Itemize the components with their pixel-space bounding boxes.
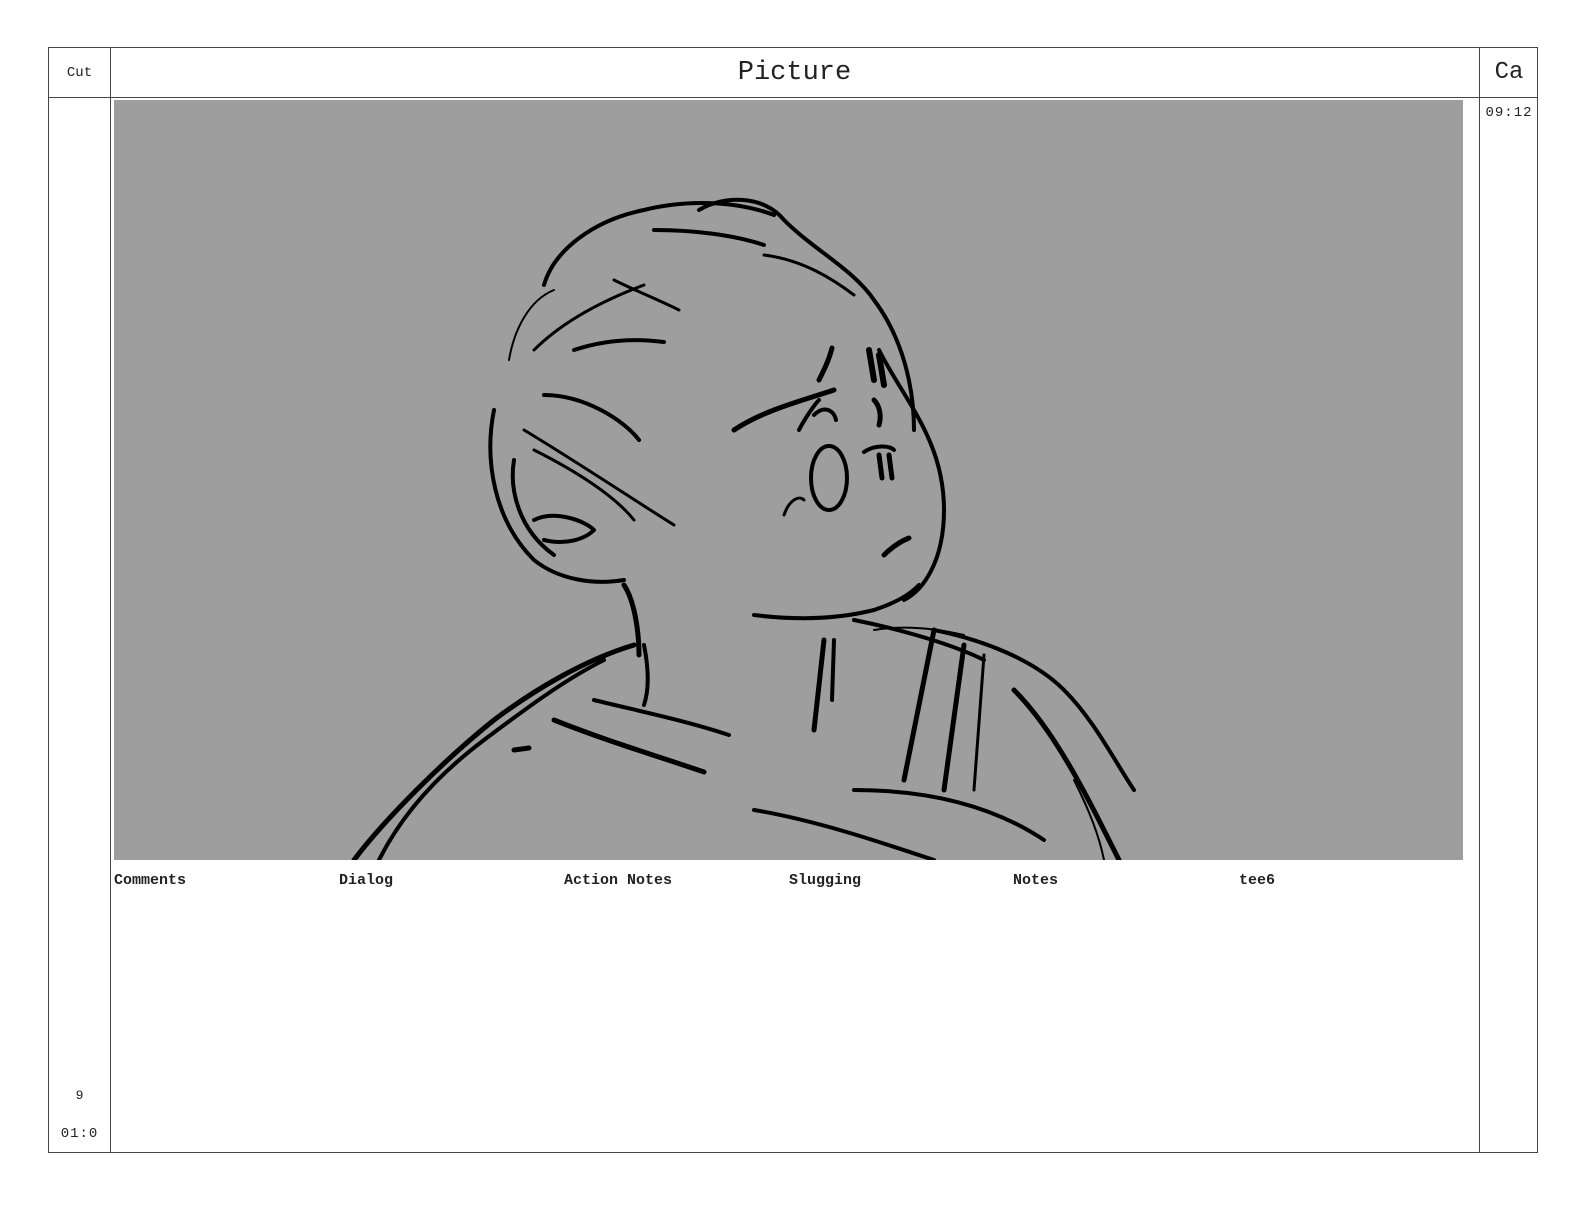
cut-column-header: Cut xyxy=(66,64,93,81)
storyboard-panel xyxy=(114,100,1463,860)
storyboard-sheet: Cut Picture Ca 09:12 9 01:0 Comments Dia… xyxy=(48,47,1538,1153)
notes-field-slugging: Slugging xyxy=(789,872,862,889)
notes-field-dialog: Dialog xyxy=(339,872,394,889)
camera-column-divider xyxy=(1479,48,1480,1152)
picture-column-header: Picture xyxy=(737,57,852,88)
notes-field-tee6: tee6 xyxy=(1239,872,1276,889)
cut-duration: 01:0 xyxy=(60,1126,99,1142)
header-divider xyxy=(49,97,1537,98)
camera-column-header: Ca xyxy=(1494,59,1524,86)
notes-field-notes: Notes xyxy=(1013,872,1059,889)
notes-field-comments: Comments xyxy=(114,872,187,889)
character-sketch-icon xyxy=(351,197,1136,860)
scene-number: 9 xyxy=(75,1088,84,1103)
cut-column-divider xyxy=(110,48,111,1152)
notes-field-action-notes: Action Notes xyxy=(564,872,673,889)
camera-time: 09:12 xyxy=(1485,105,1533,121)
